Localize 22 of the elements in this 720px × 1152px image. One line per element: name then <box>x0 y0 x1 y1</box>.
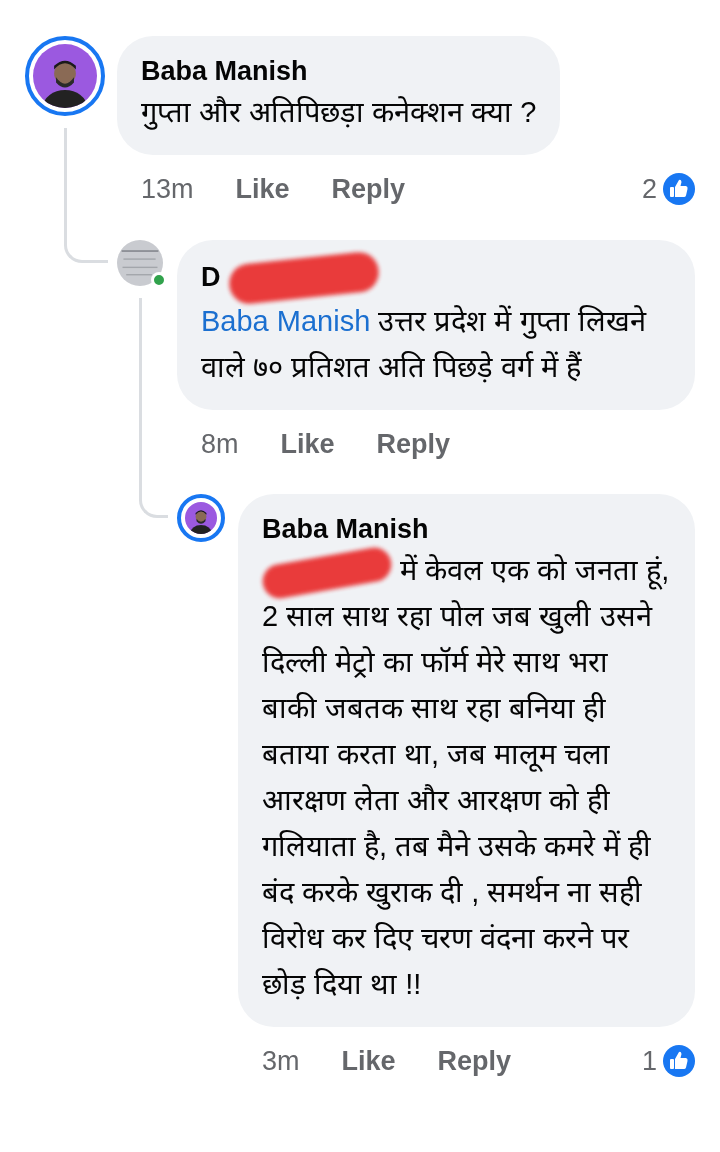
mention-link[interactable]: Baba Manish <box>201 304 371 337</box>
avatar[interactable] <box>25 36 105 116</box>
comment-text: में केवल एक को जनता हूं, 2 साल साथ रहा पोल जब खुली उसने दिल्ली मेट्रो का फॉर्म मेरे साथ भरा बाकी जबतक साथ रहा बनिया ही बताया करता था, जब मालूम चला आरक्षण लेता और आरक्षण को ही गलियाता है, तब मैने उसके कमरे में ही बंद करके खुराक दी , समर्थन ना सही विरोध कर दिए चरण वंदना करने पर छोड़ दिया था !! <box>262 547 671 1008</box>
action-link[interactable]: Reply <box>376 423 451 465</box>
reaction-count: 1 <box>641 1045 657 1079</box>
action-link[interactable]: Reply <box>331 169 406 210</box>
action-link[interactable]: Like <box>341 1041 396 1082</box>
like-reaction-icon <box>663 173 695 206</box>
action-link[interactable]: Reply <box>437 1041 512 1082</box>
comment-time: 8m <box>201 427 239 461</box>
action-link[interactable]: Like <box>280 423 335 465</box>
like-reaction-icon <box>663 1045 695 1078</box>
author-name[interactable]: Baba Manish <box>262 512 429 548</box>
comment-text: गुप्ता और अतिपिछड़ा कनेक्शन क्या ? <box>141 95 537 132</box>
action-link[interactable]: Like <box>235 169 290 210</box>
comment-time: 3m <box>262 1045 300 1079</box>
author-name[interactable]: D <box>201 260 221 296</box>
reaction-count: 2 <box>641 173 657 207</box>
author-name[interactable]: Baba Manish <box>141 54 308 90</box>
avatar[interactable] <box>177 494 225 543</box>
comment-time: 13m <box>141 173 194 207</box>
comment-text: Baba Manish उत्तर प्रदेश में गुप्ता लिखने वाले ७० प्रतिशत अति पिछड़े वर्ग में हैं <box>201 303 648 385</box>
